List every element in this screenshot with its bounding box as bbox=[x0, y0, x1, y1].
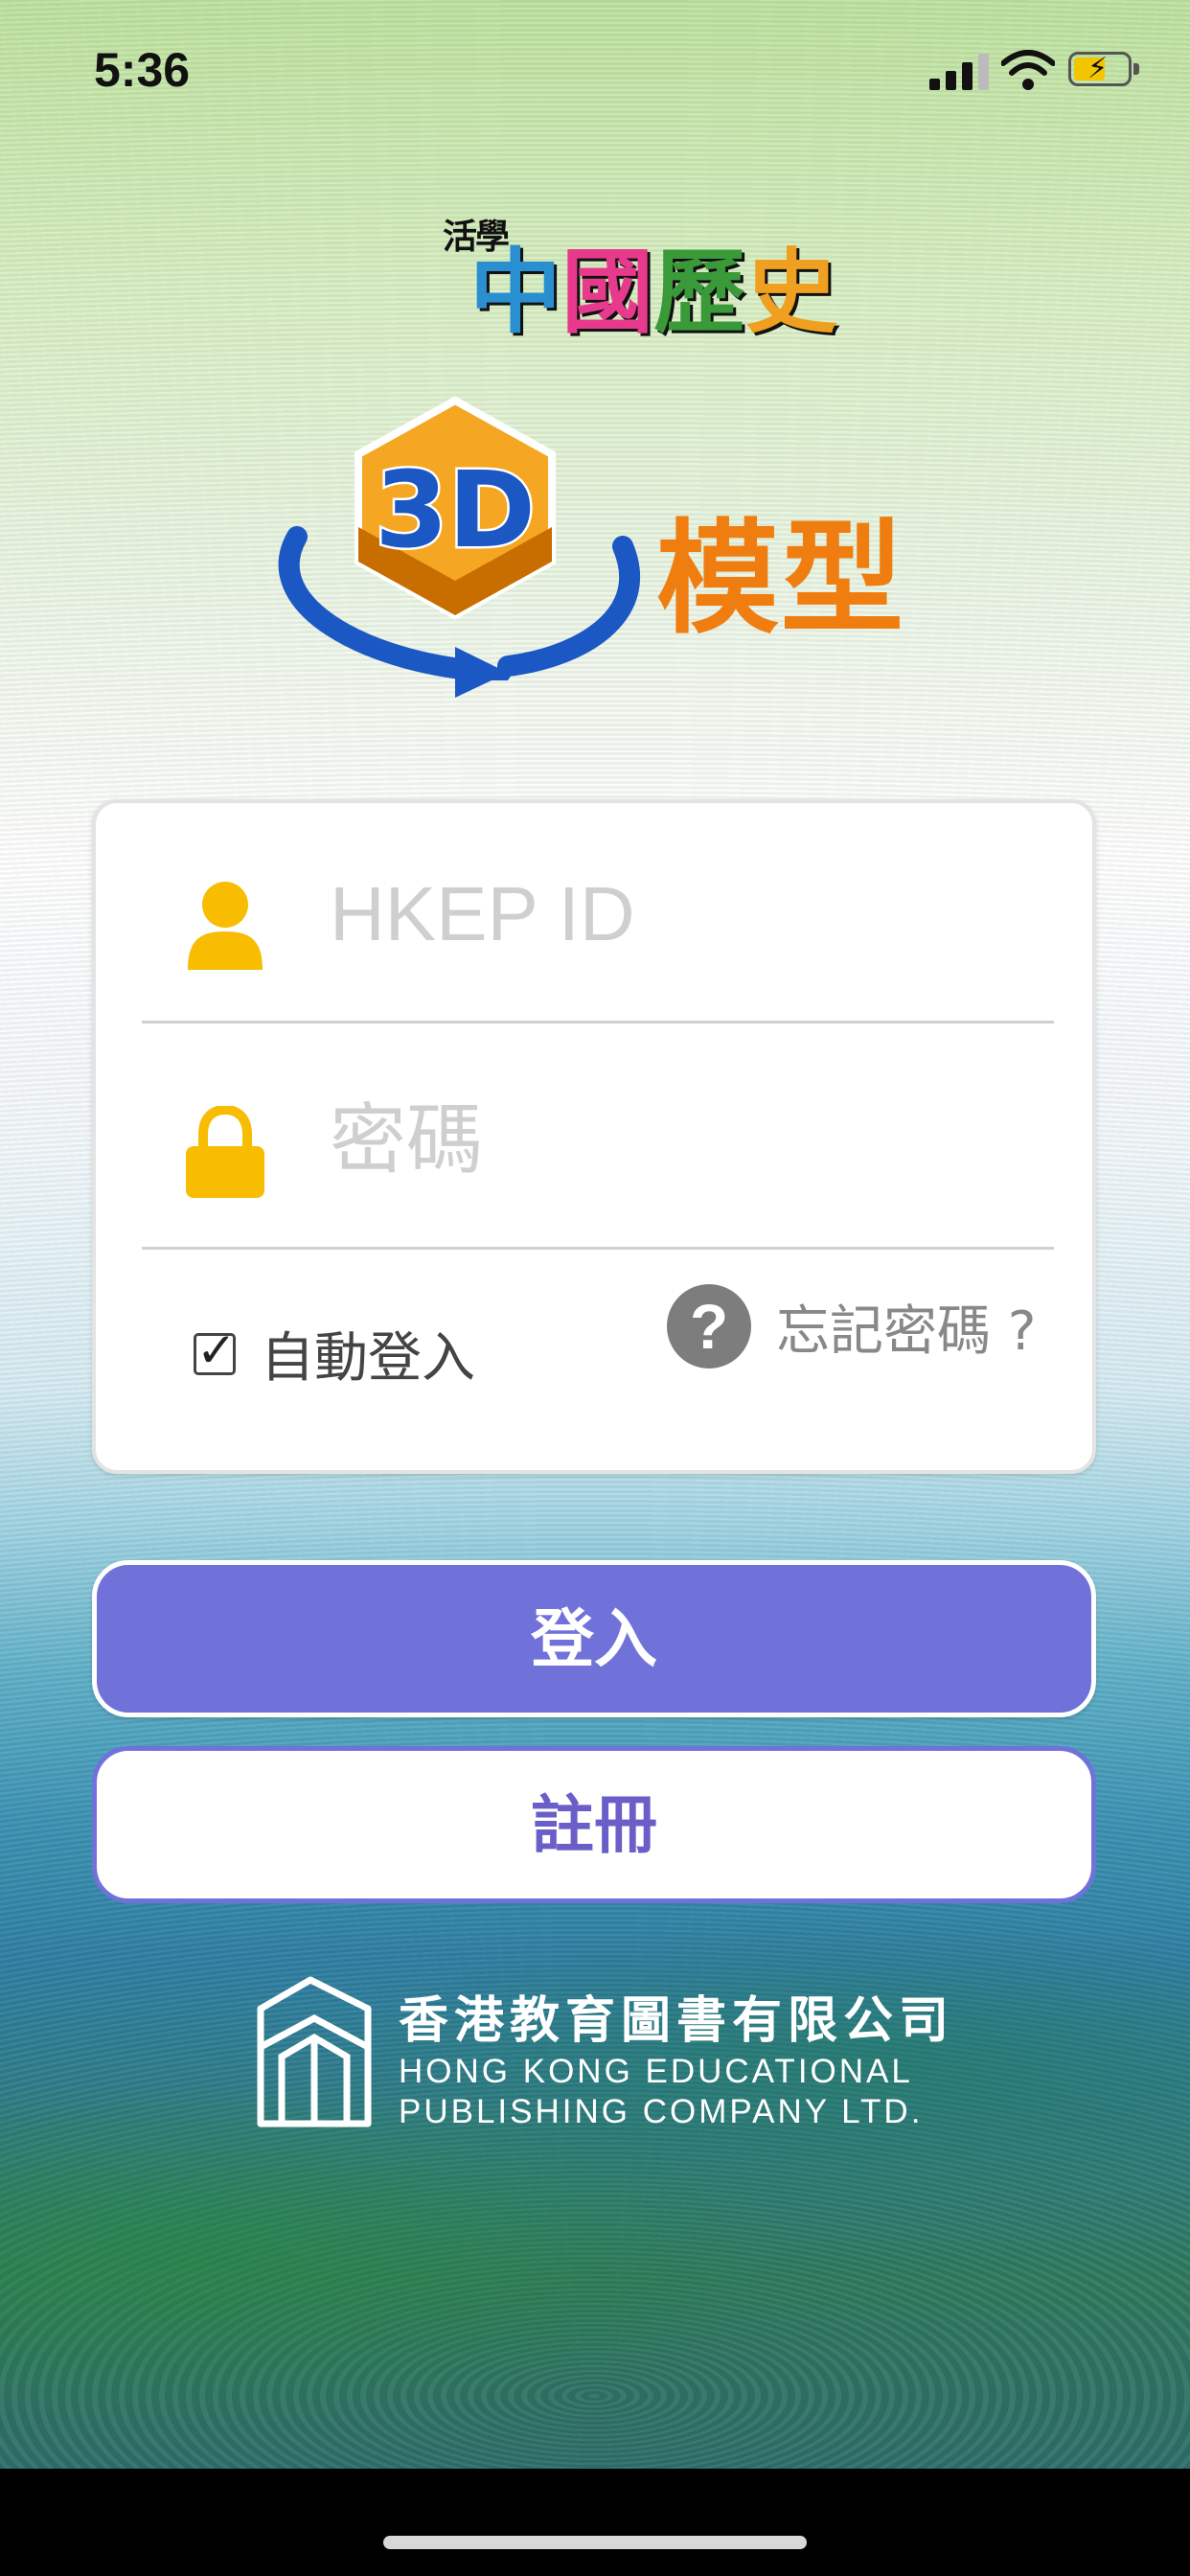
series-logo-char: 史 bbox=[745, 238, 837, 346]
password-input[interactable] bbox=[328, 1077, 1021, 1204]
3d-cube-rotate-icon: 3D bbox=[278, 396, 640, 698]
question-circle-icon: ? bbox=[667, 1284, 751, 1368]
auto-login-checkbox[interactable]: ✓ bbox=[194, 1322, 237, 1378]
status-time: 5:36 bbox=[94, 43, 191, 97]
model-title: 模型 bbox=[656, 508, 906, 651]
series-logo-char: 中 bbox=[469, 238, 561, 346]
battery-charging-icon: ⚡ bbox=[1068, 52, 1143, 90]
status-bar: 5:36 ⚡ bbox=[0, 0, 1190, 134]
publisher-english-line2: PUBLISHING COMPANY LTD. bbox=[399, 2093, 924, 2130]
register-button[interactable]: 註冊 bbox=[92, 1746, 1096, 1903]
login-card: ✓ 自動登入 ? 忘記密碼 ? bbox=[92, 799, 1096, 1474]
3d-badge-text: 3D bbox=[375, 448, 536, 571]
publisher-logo: 香港教育圖書有限公司 HONG KONG EDUCATIONAL PUBLISH… bbox=[253, 1965, 949, 2137]
password-row bbox=[142, 1029, 1054, 1250]
publisher-emblem-icon bbox=[257, 1976, 372, 2128]
app-screen: 5:36 ⚡ 活學 中 國 歷 史 3D 模型 HKEP ID ✓ 自動登入 ?… bbox=[0, 0, 1190, 2469]
3d-model-logo: 3D 模型 bbox=[268, 393, 939, 700]
username-row bbox=[142, 803, 1054, 1024]
forgot-password-link[interactable]: ? 忘記密碼 ? bbox=[667, 1284, 1037, 1368]
auto-login-toggle[interactable]: ✓ 自動登入 bbox=[194, 1315, 475, 1392]
cellular-signal-icon bbox=[929, 54, 989, 90]
user-icon bbox=[188, 882, 263, 970]
series-logo: 活學 中 國 歷 史 bbox=[431, 201, 837, 355]
forgot-password-label: 忘記密碼 ? bbox=[776, 1300, 1037, 1363]
series-logo-char: 國 bbox=[561, 238, 653, 346]
wifi-icon bbox=[1001, 50, 1055, 90]
login-button[interactable]: 登入 bbox=[92, 1560, 1096, 1717]
series-logo-char: 歷 bbox=[653, 238, 745, 346]
lock-icon bbox=[186, 1106, 264, 1198]
auto-login-label: 自動登入 bbox=[261, 1327, 475, 1390]
checkmark-icon: ✓ bbox=[196, 1322, 237, 1378]
home-indicator[interactable] bbox=[383, 2536, 807, 2549]
publisher-english-line1: HONG KONG EDUCATIONAL bbox=[399, 2053, 913, 2090]
publisher-chinese-name: 香港教育圖書有限公司 bbox=[399, 1992, 955, 2050]
hkep-id-input[interactable] bbox=[328, 851, 1021, 978]
